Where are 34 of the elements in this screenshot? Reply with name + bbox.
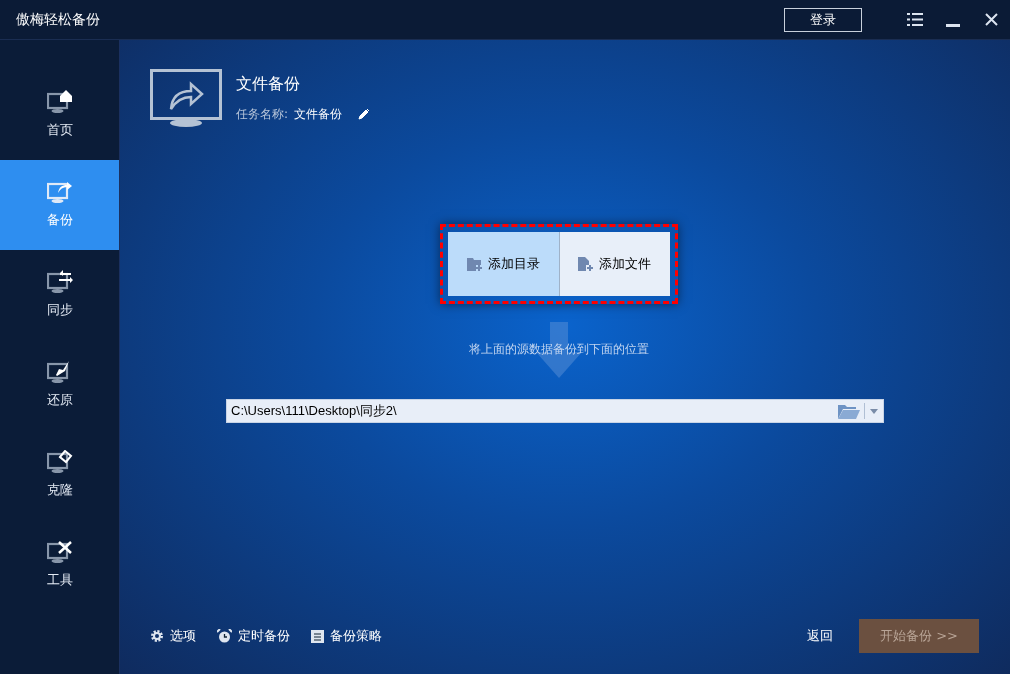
footer-link[interactable]: 备份策略 bbox=[311, 626, 382, 646]
sidebar-item[interactable]: 同步 bbox=[0, 250, 119, 340]
back-button[interactable]: 返回 bbox=[807, 626, 833, 646]
sync-monitor-icon bbox=[46, 270, 73, 295]
monitor-share-icon bbox=[150, 69, 222, 128]
menu-icon[interactable] bbox=[907, 13, 923, 26]
sidebar-item[interactable]: 首页 bbox=[0, 70, 119, 160]
sidebar-item[interactable]: 工具 bbox=[0, 520, 119, 610]
add-source-button[interactable]: 添加目录 bbox=[447, 232, 559, 296]
window-title: 傲梅轻松备份 bbox=[16, 10, 100, 29]
clone-monitor-icon bbox=[46, 450, 73, 475]
destination-path-field[interactable]: C:\Users\111\Desktop\同步2\ bbox=[226, 399, 884, 423]
hint-text: 将上面的源数据备份到下面的位置 bbox=[468, 341, 649, 358]
sidebar-item[interactable]: 克隆 bbox=[0, 430, 119, 520]
folder-icon[interactable] bbox=[838, 403, 860, 419]
footer-link[interactable]: 定时备份 bbox=[217, 626, 290, 646]
settings-icon bbox=[150, 629, 164, 643]
backup-monitor-icon bbox=[46, 180, 73, 205]
tools-monitor-icon bbox=[46, 540, 73, 565]
close-icon[interactable] bbox=[985, 13, 998, 26]
clipboard-icon bbox=[311, 629, 324, 643]
footer-link[interactable]: 选项 bbox=[150, 626, 196, 646]
folder-add-icon bbox=[466, 256, 483, 272]
task-title: 文件备份 bbox=[236, 73, 301, 95]
add-source-button[interactable]: 添加文件 bbox=[558, 232, 670, 296]
alarm-clock-icon bbox=[217, 629, 232, 643]
pencil-icon[interactable] bbox=[358, 108, 371, 120]
task-name-label: 任务名称: bbox=[236, 106, 289, 123]
sidebar-item[interactable]: 还原 bbox=[0, 340, 119, 430]
dropdown-caret-icon[interactable] bbox=[870, 408, 878, 414]
task-name-value: 文件备份 bbox=[294, 106, 343, 123]
home-monitor-icon bbox=[46, 90, 73, 115]
file-add-icon bbox=[578, 256, 594, 272]
login-button[interactable]: 登录 bbox=[784, 7, 862, 32]
